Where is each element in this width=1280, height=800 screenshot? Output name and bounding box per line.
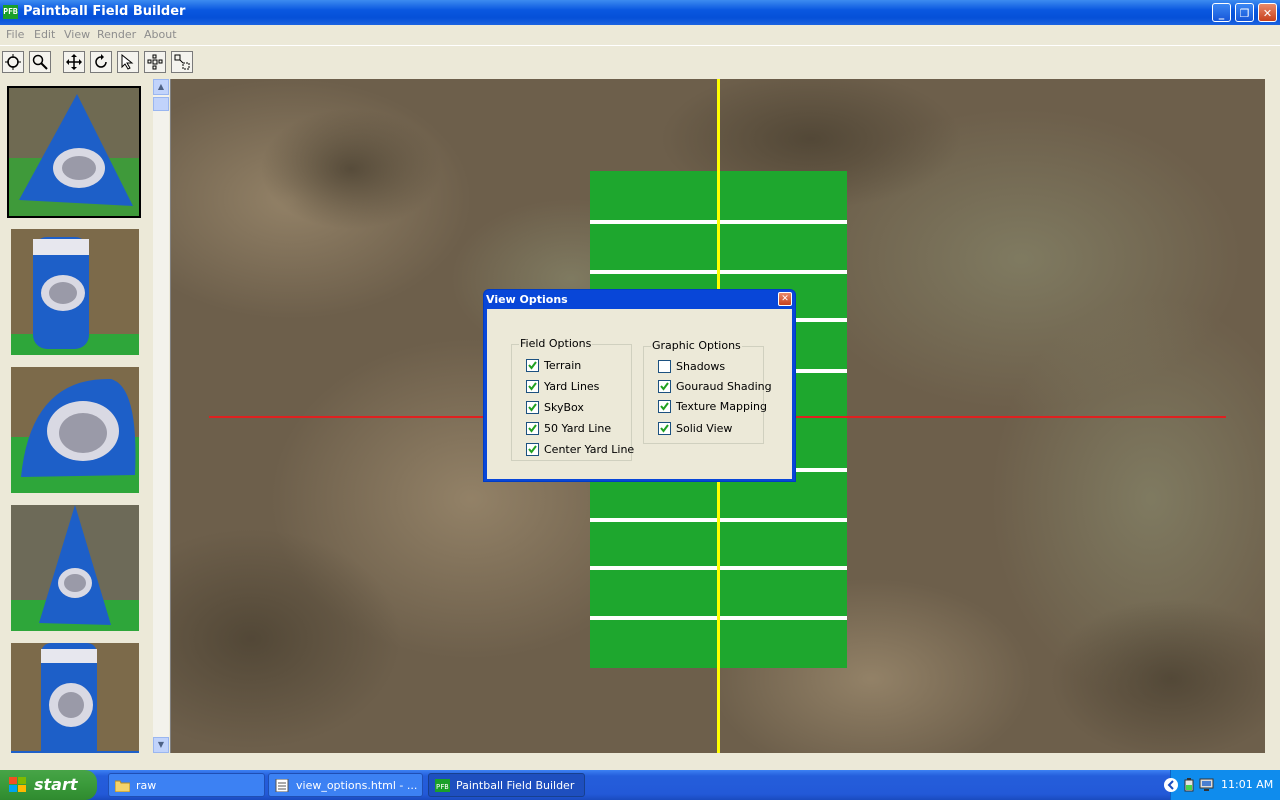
tall-can-bunker-icon	[11, 643, 139, 753]
select-icon	[121, 54, 134, 70]
title-bar[interactable]: PFB Paintball Field Builder _ ❐ ✕	[0, 0, 1280, 25]
network-icon[interactable]	[1199, 778, 1215, 792]
bunker-thumb-cone[interactable]	[11, 505, 139, 631]
bunker-thumb-pyramid[interactable]	[7, 86, 141, 218]
task-paintball-field-builder[interactable]: PFB Paintball Field Builder	[428, 773, 585, 797]
gouraud-shading-label: Gouraud Shading	[676, 380, 772, 393]
center-yard-line-checkbox[interactable]	[526, 443, 539, 456]
battery-icon[interactable]	[1184, 778, 1194, 792]
maximize-button[interactable]: ❐	[1235, 3, 1254, 22]
bunker-thumb-dome[interactable]	[11, 367, 139, 493]
folder-icon	[115, 780, 130, 792]
zoom-icon	[32, 54, 48, 70]
app-icon: PFB	[3, 5, 18, 19]
checkmark-icon	[660, 424, 669, 433]
menu-about[interactable]: About	[144, 28, 177, 41]
field-options-label: Field Options	[519, 337, 593, 350]
task-raw-label: raw	[136, 779, 157, 792]
start-label: start	[34, 775, 78, 794]
windows-logo-icon	[9, 777, 26, 792]
close-button[interactable]: ✕	[1258, 3, 1277, 22]
snap-icon	[147, 54, 163, 70]
system-tray: 11:01 AM	[1164, 770, 1280, 800]
move-tool-button[interactable]	[63, 51, 85, 73]
skybox-label: SkyBox	[544, 401, 584, 414]
rotate-icon	[95, 54, 107, 68]
clock[interactable]: 11:01 AM	[1221, 778, 1273, 791]
view-options-dialog: View Options ✕ Field Options Terrain Yar…	[483, 289, 796, 482]
checkmark-icon	[660, 382, 669, 391]
start-button[interactable]: start	[0, 770, 97, 800]
terrain-label: Terrain	[544, 359, 582, 372]
window-title: Paintball Field Builder	[23, 4, 186, 19]
notepad-icon	[275, 779, 289, 792]
task-view-options-label: view_options.html - ...	[296, 779, 418, 792]
bunker-list-scrollbar[interactable]: ▲ ▼	[153, 79, 169, 753]
checkmark-icon	[528, 382, 537, 391]
solid-view-label: Solid View	[676, 422, 733, 435]
move-icon	[66, 54, 82, 70]
center-yard-line-label: Center Yard Line	[544, 443, 635, 456]
dialog-close-button[interactable]: ✕	[778, 292, 792, 306]
scale-tool-button[interactable]	[171, 51, 193, 73]
target-icon	[5, 54, 21, 70]
checkmark-icon	[528, 445, 537, 454]
scroll-thumb[interactable]	[153, 97, 169, 111]
svg-text:PFB: PFB	[436, 783, 449, 791]
bunker-list-panel: ▲ ▼	[0, 79, 171, 753]
cone-bunker-icon	[11, 505, 139, 631]
menu-file[interactable]: File	[6, 28, 24, 41]
dome-bunker-icon	[11, 367, 139, 493]
field-options-group: Field Options Terrain Yard Lines SkyBox …	[511, 337, 635, 461]
menu-bar: File Edit View Render About	[0, 25, 1280, 45]
zoom-tool-button[interactable]	[29, 51, 51, 73]
gouraud-shading-checkbox[interactable]	[658, 380, 671, 393]
skybox-checkbox[interactable]	[526, 401, 539, 414]
scroll-up-button[interactable]: ▲	[153, 79, 169, 95]
task-view-options-html[interactable]: view_options.html - ...	[268, 773, 423, 797]
yard-lines-label: Yard Lines	[544, 380, 600, 393]
checkmark-icon	[528, 361, 537, 370]
checkmark-icon	[528, 424, 537, 433]
menu-edit[interactable]: Edit	[34, 28, 55, 41]
texture-mapping-label: Texture Mapping	[676, 400, 767, 413]
snap-tool-button[interactable]	[144, 51, 166, 73]
graphic-options-label: Graphic Options	[651, 339, 742, 352]
shadows-checkbox[interactable]	[658, 360, 671, 373]
yard-lines-checkbox[interactable]	[526, 380, 539, 393]
terrain-checkbox[interactable]	[526, 359, 539, 372]
fifty-yard-line-checkbox[interactable]	[526, 422, 539, 435]
fifty-yard-line-label: 50 Yard Line	[544, 422, 612, 435]
minimize-button[interactable]: _	[1212, 3, 1231, 22]
scroll-down-button[interactable]: ▼	[153, 737, 169, 753]
rotate-tool-button[interactable]	[90, 51, 112, 73]
taskbar: start raw view_options.html - ... PFB Pa…	[0, 770, 1280, 800]
select-tool-button[interactable]	[117, 51, 139, 73]
viewport-right-edge	[1265, 79, 1280, 753]
checkmark-icon	[660, 402, 669, 411]
checkmark-icon	[528, 403, 537, 412]
menu-render[interactable]: Render	[97, 28, 136, 41]
tray-expand-icon[interactable]	[1163, 777, 1179, 793]
scale-icon	[174, 54, 190, 70]
task-pfb-label: Paintball Field Builder	[456, 779, 575, 792]
shadows-label: Shadows	[676, 360, 726, 373]
status-bar	[0, 753, 1280, 770]
task-raw[interactable]: raw	[108, 773, 265, 797]
can-bunker-icon	[11, 229, 139, 355]
bunker-thumb-tall-can[interactable]	[11, 643, 139, 753]
graphic-options-group: Graphic Options Shadows Gouraud Shading …	[643, 339, 772, 444]
dialog-title: View Options	[486, 293, 568, 306]
toolbar	[0, 45, 1280, 79]
pyramid-bunker-icon	[9, 88, 139, 216]
target-tool-button[interactable]	[2, 51, 24, 73]
solid-view-checkbox[interactable]	[658, 422, 671, 435]
texture-mapping-checkbox[interactable]	[658, 400, 671, 413]
pfb-app-icon: PFB	[435, 779, 450, 792]
dialog-body: Field Options Terrain Yard Lines SkyBox …	[487, 309, 792, 479]
bunker-thumb-can[interactable]	[11, 229, 139, 355]
menu-view[interactable]: View	[64, 28, 90, 41]
